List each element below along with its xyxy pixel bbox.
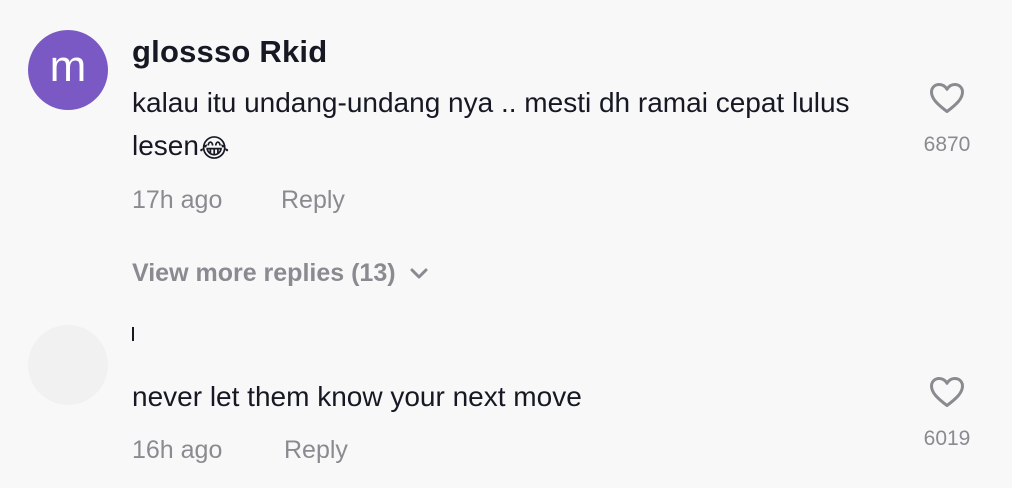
chevron-down-icon [410, 268, 428, 280]
reply-button[interactable]: Reply [281, 186, 345, 215]
username-glyph-fragment [132, 327, 134, 341]
like-button[interactable]: 6019 [916, 376, 978, 451]
comment-text: never let them know your next move [132, 381, 582, 412]
comment-body: kalau itu undang-undang nya .. mesti dh … [132, 87, 850, 161]
reply-button[interactable]: Reply [284, 436, 348, 465]
avatar-letter: m [49, 42, 87, 91]
like-button[interactable]: 6870 [916, 82, 978, 157]
comment-username[interactable]: glossso Rkid [132, 34, 327, 70]
view-more-replies-button[interactable]: View more replies (13) [132, 259, 428, 288]
comment-text: kalau itu undang-undang nya .. mesti dh … [132, 81, 892, 167]
heart-outline-icon[interactable] [929, 82, 965, 119]
comment-timestamp: 17h ago [132, 186, 223, 214]
laughing-emoji: 😂 [198, 133, 230, 163]
avatar[interactable] [28, 325, 108, 405]
avatar[interactable]: m [28, 30, 108, 110]
view-more-replies-label: View more replies (13) [132, 259, 396, 287]
comment-timestamp: 16h ago [132, 436, 223, 464]
heart-outline-icon[interactable] [929, 376, 965, 413]
like-count: 6870 [923, 133, 971, 156]
like-count: 6019 [923, 427, 971, 450]
